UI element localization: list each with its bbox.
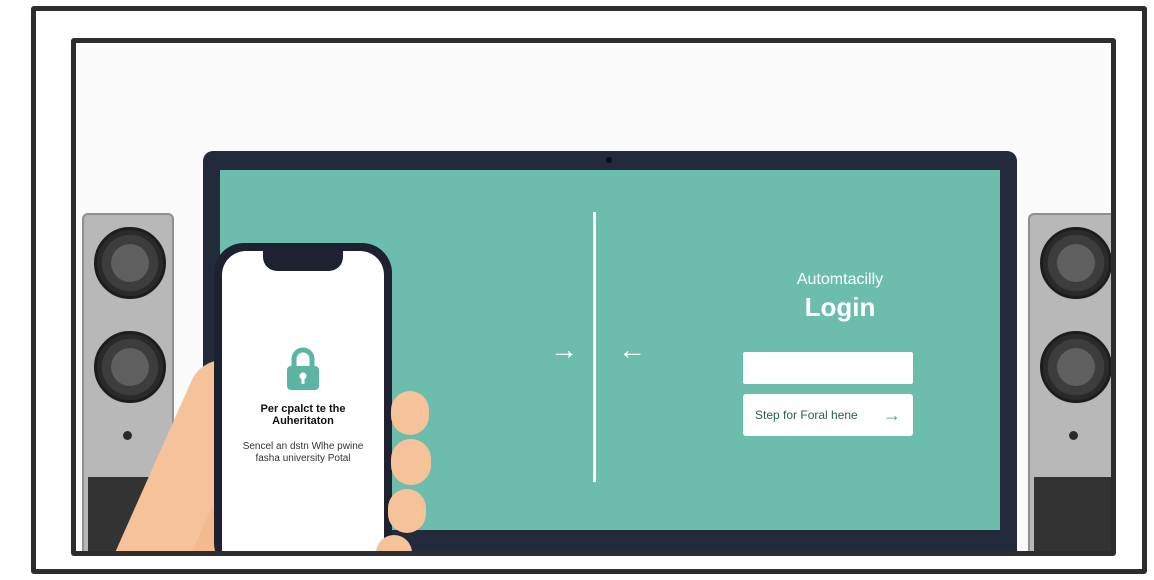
phone-screen: Per cpalct te the Auheritaton Sencel an … (222, 251, 384, 551)
login-button[interactable]: Step for Foral hene → (743, 394, 913, 436)
hand-finger (388, 489, 426, 533)
phone-body-text: Sencel an dstn Wlhe pwine fasha universi… (242, 441, 364, 464)
speaker-led (1069, 431, 1078, 440)
hand-finger (391, 391, 429, 435)
speaker-port (1034, 477, 1111, 551)
login-subtitle: Automtacilly (796, 271, 884, 288)
illustration-frame: → ← Automtacilly Login Step for Foral he… (71, 38, 1116, 556)
lock-icon (287, 347, 319, 390)
phone-title: Per cpalct te the Auheritaton (260, 403, 346, 427)
arrow-left-icon: ← (618, 334, 646, 365)
phone-notch (263, 251, 343, 271)
smartphone: Per cpalct te the Auheritaton Sencel an … (214, 243, 392, 551)
arrow-right-icon: → (550, 334, 578, 365)
screen-divider (593, 212, 596, 482)
speaker-woofer (1040, 331, 1111, 403)
webcam (606, 157, 612, 163)
login-title: Login (804, 292, 876, 322)
login-input[interactable] (743, 352, 913, 384)
login-button-label: Step for Foral hene (755, 408, 858, 422)
speaker-led (123, 431, 132, 440)
speaker-right (1028, 213, 1111, 551)
speaker-woofer (94, 227, 166, 299)
arrow-right-icon: → (883, 404, 901, 425)
speaker-woofer (1040, 227, 1111, 299)
speaker-woofer (94, 331, 166, 403)
hand-finger (391, 439, 431, 485)
